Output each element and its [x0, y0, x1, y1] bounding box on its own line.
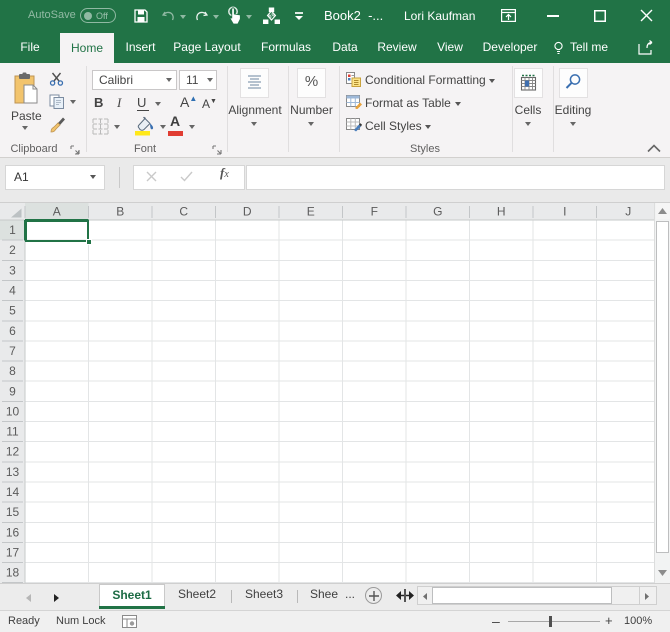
svg-text:4: 4 — [9, 284, 16, 298]
svg-text:5: 5 — [9, 304, 16, 318]
svg-text:10: 10 — [6, 404, 20, 418]
svg-text:2: 2 — [9, 243, 16, 257]
svg-text:6: 6 — [9, 324, 16, 338]
svg-text:11: 11 — [6, 425, 19, 439]
svg-text:8: 8 — [9, 364, 16, 378]
svg-text:C: C — [179, 205, 188, 219]
svg-text:B: B — [116, 205, 124, 219]
svg-text:F: F — [371, 205, 378, 219]
svg-text:1: 1 — [9, 223, 16, 237]
svg-text:J: J — [625, 205, 631, 219]
svg-text:H: H — [497, 205, 506, 219]
svg-text:I: I — [563, 205, 566, 219]
svg-text:17: 17 — [6, 546, 20, 560]
svg-text:12: 12 — [6, 445, 20, 459]
svg-text:D: D — [243, 205, 252, 219]
svg-text:15: 15 — [6, 505, 20, 519]
svg-text:E: E — [307, 205, 315, 219]
svg-text:14: 14 — [6, 485, 20, 499]
svg-text:A: A — [53, 205, 61, 219]
svg-text:13: 13 — [6, 465, 20, 479]
svg-text:7: 7 — [9, 344, 16, 358]
svg-text:9: 9 — [9, 384, 16, 398]
svg-text:16: 16 — [6, 525, 20, 539]
svg-text:18: 18 — [6, 566, 20, 580]
svg-text:3: 3 — [9, 263, 16, 277]
svg-text:G: G — [433, 205, 442, 219]
